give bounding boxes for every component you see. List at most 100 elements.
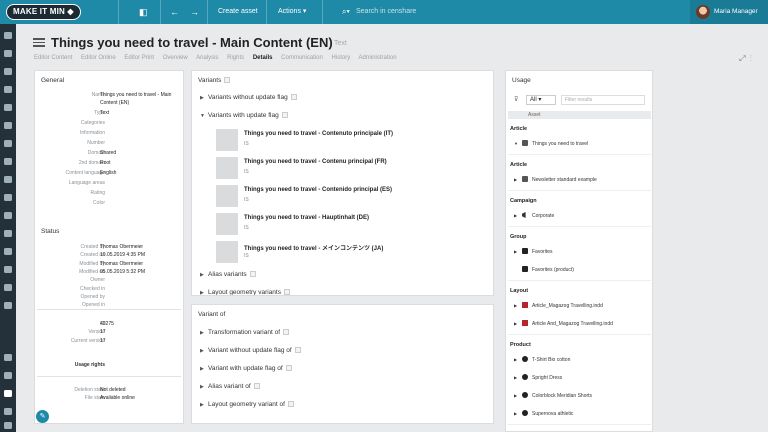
variant-item[interactable]: Things you need to travel - Contenido pr… <box>216 185 476 207</box>
user-menu[interactable]: Maria Manager <box>690 0 768 24</box>
field-value: 17 <box>100 329 106 336</box>
variant-item[interactable]: Things you need to travel - メインコンテンツ (JA… <box>216 241 476 263</box>
tab-details[interactable]: Details <box>253 55 273 61</box>
checkbox[interactable] <box>283 289 290 295</box>
more-icon[interactable]: ⋮ <box>750 54 752 63</box>
search-input[interactable]: ⌕▾ Search in censhare <box>334 0 684 24</box>
expand-arrow-icon[interactable]: ▶ <box>514 393 522 398</box>
expand-arrow-icon[interactable]: ▶ <box>514 411 522 416</box>
globe-icon[interactable] <box>4 158 12 165</box>
chat-icon[interactable] <box>4 122 12 129</box>
dashboard-icon[interactable] <box>4 68 12 75</box>
back-arrow-icon[interactable]: ← <box>170 0 179 24</box>
usage-item[interactable]: ▶ Colorblock Meridian Shorts <box>514 392 592 399</box>
tag-icon[interactable] <box>4 176 12 183</box>
tab-communication[interactable]: Communication <box>281 55 323 61</box>
menu-icon[interactable] <box>4 32 12 39</box>
clipboard-icon[interactable] <box>4 266 12 273</box>
create-asset-button[interactable]: Create asset <box>218 0 258 24</box>
transformation-variant-of-row[interactable]: ▶ Transformation variant of <box>200 329 290 336</box>
checkbox[interactable] <box>249 271 256 277</box>
checkbox[interactable] <box>281 112 288 118</box>
tab-history[interactable]: History <box>332 55 351 61</box>
field-label: Modified by <box>79 260 105 267</box>
box-icon[interactable] <box>4 284 12 291</box>
layout-geometry-variants-row[interactable]: ▶ Layout geometry variants <box>200 289 290 295</box>
alias-variants-row[interactable]: ▶ Alias variants <box>200 271 256 278</box>
layout-toggle-icon[interactable]: ◧ <box>139 0 148 24</box>
tab-administration[interactable]: Administration <box>359 55 397 61</box>
variants-with-update-row[interactable]: ▼ Variants with update flag <box>200 112 288 119</box>
logo[interactable]: MAKE IT MIN ◆ <box>6 4 81 20</box>
details-icon[interactable] <box>4 390 12 397</box>
variant-with-update-of-row[interactable]: ▶ Variant with update flag of <box>200 365 292 372</box>
tab-rights[interactable]: Rights <box>227 55 244 61</box>
variant-of-title: Variant of <box>198 311 226 318</box>
map-icon[interactable] <box>4 230 12 237</box>
edit-button[interactable]: ✎ <box>36 410 49 423</box>
tab-editor-content[interactable]: Editor Content <box>34 55 72 61</box>
variant-item[interactable]: Things you need to travel - Contenu prin… <box>216 157 476 179</box>
actions-menu-button[interactable]: Actions ▾ <box>278 0 306 24</box>
checkbox[interactable] <box>224 77 231 83</box>
checkbox[interactable] <box>285 365 292 371</box>
usage-item[interactable]: ▶ Article And_Magazog Travelling.indd <box>514 320 613 327</box>
tab-overview[interactable]: Overview <box>163 55 188 61</box>
trash-icon[interactable] <box>4 302 12 309</box>
usage-item[interactable]: ▶ Favorites <box>514 248 553 255</box>
field-value: Things you need to travel - Main Content… <box>100 92 172 107</box>
folder-icon[interactable] <box>4 140 12 147</box>
expand-arrow-icon[interactable]: ▶ <box>514 249 522 254</box>
expand-arrow-icon[interactable]: ▶ <box>514 213 522 218</box>
usage-item[interactable]: ▼ Things you need to travel <box>514 140 588 147</box>
variant-item[interactable]: Things you need to travel - Contenuto pr… <box>216 129 476 151</box>
forward-arrow-icon[interactable]: → <box>190 0 199 24</box>
usage-item[interactable]: ▶ Supernova athletic <box>514 410 573 417</box>
usage-item[interactable]: ▶ Article_Magazog Travelling.indd <box>514 302 603 309</box>
checkbox[interactable] <box>290 94 297 100</box>
logo-text: MAKE IT MIN <box>13 7 65 16</box>
home-icon[interactable] <box>4 50 12 57</box>
checkbox[interactable] <box>294 347 301 353</box>
layout-geometry-variant-of-row[interactable]: ▶ Layout geometry variant of <box>200 401 294 408</box>
expand-icon[interactable]: ⤢ <box>739 54 745 63</box>
usage-item[interactable]: ▶ Corporate <box>514 212 554 219</box>
expand-arrow-icon[interactable]: ▶ <box>514 177 522 182</box>
variant-item[interactable]: Things you need to travel - Hauptinhalt … <box>216 213 476 235</box>
filter-icon[interactable]: ⊽ <box>514 96 518 103</box>
help-icon[interactable] <box>4 408 12 415</box>
usage-filter-select[interactable]: All ▾ <box>526 95 556 105</box>
checkbox[interactable] <box>283 329 290 335</box>
collapse-arrow-icon[interactable]: ▼ <box>514 141 522 146</box>
checkbox[interactable] <box>287 401 294 407</box>
expand-arrow-icon[interactable]: ▶ <box>514 357 522 362</box>
tab-editor-print[interactable]: Editor Print <box>124 55 154 61</box>
usage-item[interactable]: ▶ Newsletter standard example <box>514 176 597 183</box>
checkbox[interactable] <box>253 383 260 389</box>
settings-icon[interactable] <box>4 422 12 429</box>
alias-variant-of-row[interactable]: ▶ Alias variant of <box>200 383 260 390</box>
monitor-icon[interactable] <box>4 372 12 379</box>
variants-title-text: Variants <box>198 77 222 84</box>
usage-item[interactable]: ▶ T-Shirt Bio cotton <box>514 356 570 363</box>
thumbnail <box>216 157 238 179</box>
usage-search-input[interactable]: Filter results <box>561 95 645 105</box>
usage-item[interactable]: Favorites (product) <box>514 266 574 273</box>
variants-without-update-row[interactable]: ▶ Variants without update flag <box>200 94 297 101</box>
document-icon[interactable] <box>4 248 12 255</box>
field-label: File state <box>84 395 105 402</box>
image-icon[interactable] <box>4 194 12 201</box>
calendar-icon[interactable] <box>4 86 12 93</box>
usage-item[interactable]: ▶ Spright Dress <box>514 374 562 381</box>
chart-icon[interactable] <box>4 354 12 361</box>
tab-editor-online[interactable]: Editor Online <box>81 55 116 61</box>
tasks-icon[interactable] <box>4 104 12 111</box>
expand-arrow-icon[interactable]: ▶ <box>514 303 522 308</box>
wifi-icon[interactable] <box>4 212 12 219</box>
divider <box>37 376 181 377</box>
tab-analysis[interactable]: Analysis <box>196 55 218 61</box>
expand-arrow-icon[interactable]: ▶ <box>514 375 522 380</box>
variant-without-update-of-row[interactable]: ▶ Variant without update flag of <box>200 347 301 354</box>
field-value: Thomas Obermeier <box>100 244 144 250</box>
expand-arrow-icon[interactable]: ▶ <box>514 321 522 326</box>
